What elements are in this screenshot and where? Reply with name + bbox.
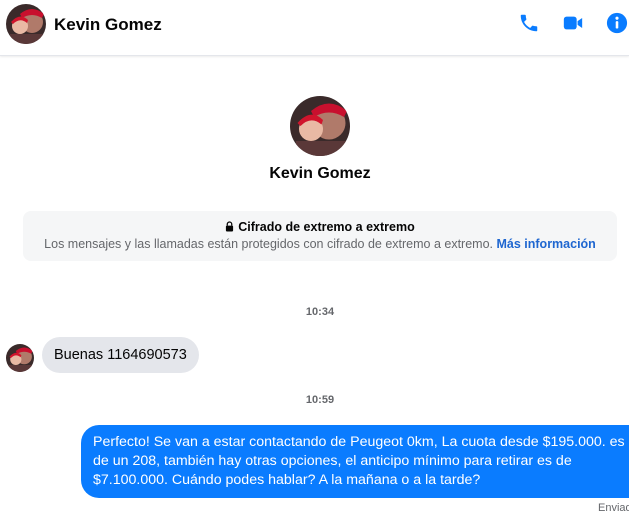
encryption-title: Cifrado de extremo a extremo [23,220,617,234]
encryption-notice: Cifrado de extremo a extremo Los mensaje… [23,211,617,261]
encryption-body-text: Los mensajes y las llamadas están proteg… [44,237,494,251]
encryption-title-text: Cifrado de extremo a extremo [238,220,415,234]
contact-name[interactable]: Kevin Gomez [54,15,162,35]
phone-icon[interactable] [518,12,540,34]
timestamp: 10:59 [305,394,335,406]
chat-window: Kevin Gomez Kevin Gomez Cifrado de extre… [0,0,629,528]
sender-avatar[interactable] [6,344,34,372]
profile-name: Kevin Gomez [269,165,371,182]
chat-header: Kevin Gomez [0,0,629,56]
avatar[interactable] [6,4,46,44]
lock-icon [226,221,234,232]
info-icon[interactable] [606,12,628,34]
profile-avatar[interactable] [290,96,350,156]
timestamp: 10:34 [305,306,335,318]
video-camera-icon[interactable] [562,12,584,34]
more-info-link[interactable]: Más información [497,237,596,251]
encryption-body: Los mensajes y las llamadas están proteg… [23,237,617,251]
message-status: Enviado [598,502,629,514]
incoming-message[interactable]: Buenas 1164690573 [42,337,199,373]
outgoing-message[interactable]: Perfecto! Se van a estar contactando de … [81,425,629,498]
